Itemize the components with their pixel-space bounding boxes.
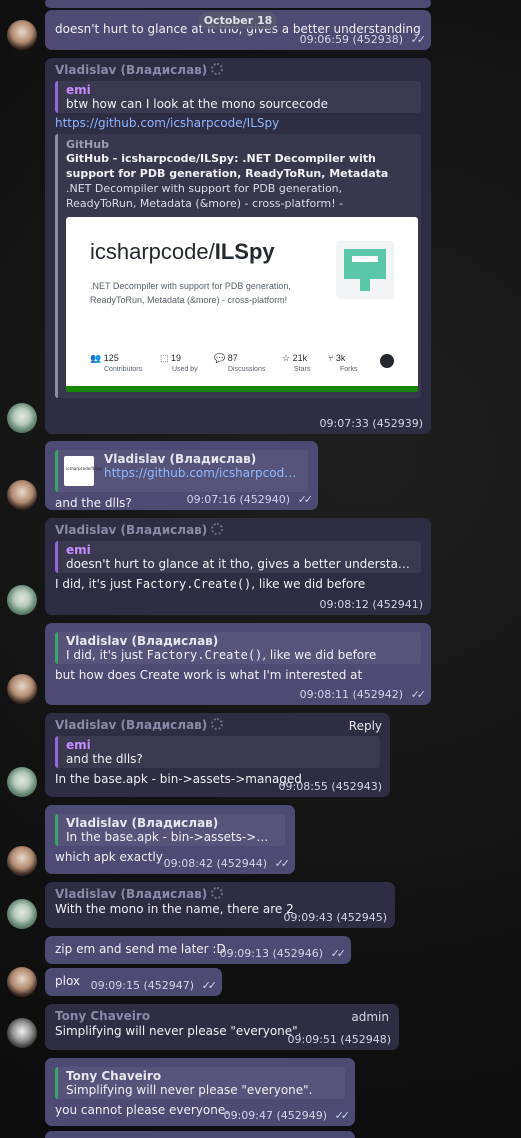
reply-quote[interactable]: Vladislav (Владислав) In the base.apk - … [55, 814, 285, 846]
reply-quote[interactable]: emi btw how can I look at the mono sourc… [55, 81, 421, 113]
message-meta: 09:08:11 (452942) ✓✓ [299, 688, 427, 701]
github-icon [380, 354, 394, 368]
message-bubble[interactable]: Vladislav (Владислав) I did, it's just F… [45, 623, 431, 705]
reply-quote[interactable]: emi and the dlls? [55, 736, 380, 768]
language-bar [66, 386, 418, 392]
quote-text: Simplifying will never please "everyone"… [66, 1083, 313, 1097]
message-bubble[interactable]: Vladislav (Владислав) Reply emi and the … [45, 713, 390, 797]
avatar[interactable] [7, 967, 37, 997]
reply-quote[interactable]: Tony Chaveiro Simplifying will never ple… [55, 1067, 345, 1099]
preview-site: GitHub [66, 138, 109, 151]
double-check-icon: ✓✓ [274, 857, 291, 870]
inline-code: Factory.Create() [135, 577, 252, 591]
sender-name[interactable]: Tony Chaveiro [55, 1009, 389, 1023]
loading-icon [211, 718, 224, 730]
double-check-icon: ✓✓ [410, 33, 427, 46]
message-bubble[interactable]: Tony Chaveiro Simplifying will never ple… [45, 1058, 355, 1126]
message-id: (452938) [352, 33, 404, 46]
stat-discussions: 💬 87 Discussions [214, 353, 266, 373]
quote-sender: Vladislav (Владислав) [104, 452, 257, 466]
quote-sender: emi [66, 738, 91, 752]
quote-text: doesn't hurt to glance at it tho, gives … [66, 557, 415, 571]
card-title: icsharpcode/ILSpy [90, 239, 275, 264]
sender-name[interactable]: Vladislav (Владислав) [55, 523, 421, 537]
quote-text: and the dlls? [66, 752, 143, 766]
quote-sender: Vladislav (Владислав) [66, 816, 219, 830]
reply-quote[interactable]: Vladislav (Владислав) I did, it's just F… [55, 632, 421, 664]
loading-icon [211, 523, 224, 535]
message-bubble[interactable]: Vladislav (Владислав) With the mono in t… [45, 882, 395, 928]
quote-sender: emi [66, 83, 91, 97]
double-check-icon: ✓✓ [297, 493, 314, 506]
avatar[interactable] [7, 480, 37, 510]
quote-text: https://github.com/icsharpcode/ILSpy [104, 466, 302, 480]
preview-image[interactable]: icsharpcode/ILSpy .NET Decompiler with s… [66, 217, 418, 392]
message-bubble[interactable]: Vladislav (Владислав) In the base.apk - … [45, 805, 295, 874]
message-bubble[interactable] [45, 1131, 355, 1138]
message-meta: 09:09:15 (452947) ✓✓ [90, 979, 218, 992]
message-meta: 09:08:12 (452941) [319, 598, 423, 611]
loading-icon [211, 887, 224, 899]
message-bubble[interactable]: zip em and send me later :D 09:09:13 (45… [45, 936, 351, 964]
avatar[interactable] [7, 846, 37, 876]
message-bubble[interactable]: plox 09:09:15 (452947) ✓✓ [45, 968, 222, 996]
stat-used-by: ⬚ 19 Used by [160, 353, 198, 373]
message-bubble[interactable]: Tony Chaveiro admin Simplifying will nev… [45, 1004, 399, 1050]
message-meta: 09:09:13 (452946) ✓✓ [219, 947, 347, 960]
preview-description: .NET Decompiler with support for PDB gen… [66, 182, 344, 210]
quote-text: btw how can I look at the mono sourcecod… [66, 97, 328, 111]
double-check-icon: ✓✓ [201, 979, 218, 992]
message-link[interactable]: https://github.com/icsharpcode/ILSpy [55, 116, 421, 130]
message-text: I did, it's just Factory.Create(), like … [55, 577, 366, 591]
loading-icon [211, 63, 224, 75]
message-meta: 09:09:51 (452948) [287, 1033, 391, 1046]
avatar[interactable] [7, 20, 37, 50]
message-bubble[interactable]: icsharpcode/ILSpy Vladislav (Владислав) … [45, 441, 318, 510]
avatar[interactable] [7, 899, 37, 929]
sender-name[interactable]: Vladislav (Владислав) [55, 63, 421, 77]
reply-quote[interactable]: icsharpcode/ILSpy Vladislav (Владислав) … [55, 450, 308, 492]
quote-thumbnail: icsharpcode/ILSpy [64, 456, 102, 486]
message-bubble[interactable]: Vladislav (Владислав) emi btw how can I … [45, 58, 431, 434]
double-check-icon: ✓✓ [410, 688, 427, 701]
message-bubble[interactable]: Vladislav (Владислав) emi doesn't hurt t… [45, 518, 431, 615]
sender-name[interactable]: Vladislav (Владислав) [55, 887, 385, 901]
message-text: but how does Create work is what I'm int… [55, 668, 363, 682]
admin-badge: admin [351, 1010, 389, 1024]
stat-forks: ⑂ 3k Forks [328, 353, 358, 373]
reply-quote[interactable]: emi doesn't hurt to glance at it tho, gi… [55, 541, 421, 573]
sender-name[interactable]: Vladislav (Владислав) [55, 718, 380, 732]
message-meta: 09:07:16 (452940) ✓✓ [186, 493, 314, 506]
message-time: 09:06:59 [299, 33, 349, 46]
avatar[interactable] [7, 403, 37, 433]
repo-logo-icon [336, 241, 394, 299]
avatar[interactable] [7, 767, 37, 797]
card-description: .NET Decompiler with support for PDB gen… [90, 281, 291, 305]
date-separator: October 18 [199, 12, 277, 29]
message-meta: 09:06:59 (452938) ✓✓ [299, 33, 427, 46]
quote-text: I did, it's just Factory.Create(), like … [66, 648, 377, 662]
message-meta: 09:09:43 (452945) [283, 911, 387, 924]
message-meta: 09:09:47 (452949) ✓✓ [223, 1109, 351, 1122]
message-meta: 09:07:33 (452939) [319, 417, 423, 430]
double-check-icon: ✓✓ [334, 1109, 351, 1122]
reply-button[interactable]: Reply [349, 719, 382, 733]
link-preview[interactable]: GitHub GitHub - icsharpcode/ILSpy: .NET … [55, 134, 421, 398]
preview-title: GitHub - icsharpcode/ILSpy: .NET Decompi… [66, 152, 389, 180]
message-meta: 09:08:55 (452943) [278, 780, 382, 793]
avatar[interactable] [7, 674, 37, 704]
double-check-icon: ✓✓ [330, 947, 347, 960]
quote-sender: Tony Chaveiro [66, 1069, 162, 1083]
message-meta: 09:08:42 (452944) ✓✓ [163, 857, 291, 870]
quote-sender: Vladislav (Владислав) [66, 634, 219, 648]
stat-contributors: 👥 125 Contributors [90, 353, 143, 373]
quote-text: In the base.apk - bin->assets->managed [66, 830, 279, 844]
stat-stars: ☆ 21k Stars [282, 353, 311, 373]
quote-sender: emi [66, 543, 91, 557]
card-stats: 👥 125 Contributors ⬚ 19 Used by 💬 87 Discus… [90, 350, 394, 376]
message-bubble[interactable] [45, 0, 431, 8]
avatar[interactable] [7, 1018, 37, 1048]
avatar[interactable] [7, 585, 37, 615]
